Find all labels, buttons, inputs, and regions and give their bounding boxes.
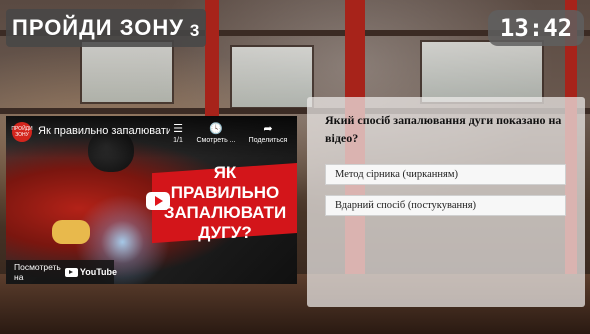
video-title[interactable]: Як правильно запалювати... — [38, 125, 170, 137]
youtube-label: YouTube — [79, 267, 118, 277]
question-text: Який спосіб запалювання дуги показано на… — [325, 113, 562, 145]
background-window — [80, 40, 174, 104]
share-button[interactable]: ➦ Поделиться — [246, 123, 290, 144]
page-title: ПРОЙДИ ЗОНУ 3 — [6, 9, 206, 47]
countdown-timer: 13:42 — [488, 10, 584, 46]
thumbnail-text: ЯК ПРАВИЛЬНО ЗАПАЛЮВАТИ ДУГУ? — [163, 163, 287, 242]
playlist-icon: ☰ — [173, 123, 183, 135]
watch-later-button[interactable]: 🕓 Смотреть ... — [194, 123, 238, 144]
play-button[interactable] — [146, 192, 170, 210]
watch-later-label: Смотреть ... — [196, 137, 236, 144]
playlist-control[interactable]: ☰ 1/1 — [168, 123, 188, 144]
video-player[interactable]: ПРОЙДИ ЗОНУ Як правильно запалювати... ☰… — [6, 116, 297, 284]
background-window — [420, 40, 544, 104]
channel-avatar[interactable]: ПРОЙДИ ЗОНУ — [11, 122, 33, 142]
answer-option-2[interactable]: Вдарний спосіб (постукування) — [325, 195, 566, 216]
share-icon: ➦ — [263, 123, 273, 135]
clock-icon: 🕓 — [209, 123, 223, 135]
question-panel: Який спосіб запалювання дуги показано на… — [307, 97, 585, 307]
youtube-play-icon — [64, 267, 78, 277]
zone-number: 3 — [189, 21, 201, 40]
welder-glove — [52, 220, 90, 244]
answer-option-1[interactable]: Метод сірника (чирканням) — [325, 164, 566, 185]
play-icon — [155, 196, 163, 206]
youtube-logo: YouTube — [64, 267, 118, 277]
watch-on-youtube-link[interactable]: Посмотреть на YouTube — [6, 260, 118, 284]
watch-on-label: Посмотреть на — [14, 262, 61, 282]
playlist-count: 1/1 — [173, 137, 183, 144]
share-label: Поделиться — [248, 137, 288, 144]
title-text: ПРОЙДИ ЗОНУ — [12, 15, 184, 40]
background-window — [230, 45, 314, 109]
thumbnail-banner: ЯК ПРАВИЛЬНО ЗАПАЛЮВАТИ ДУГУ? — [152, 162, 297, 244]
